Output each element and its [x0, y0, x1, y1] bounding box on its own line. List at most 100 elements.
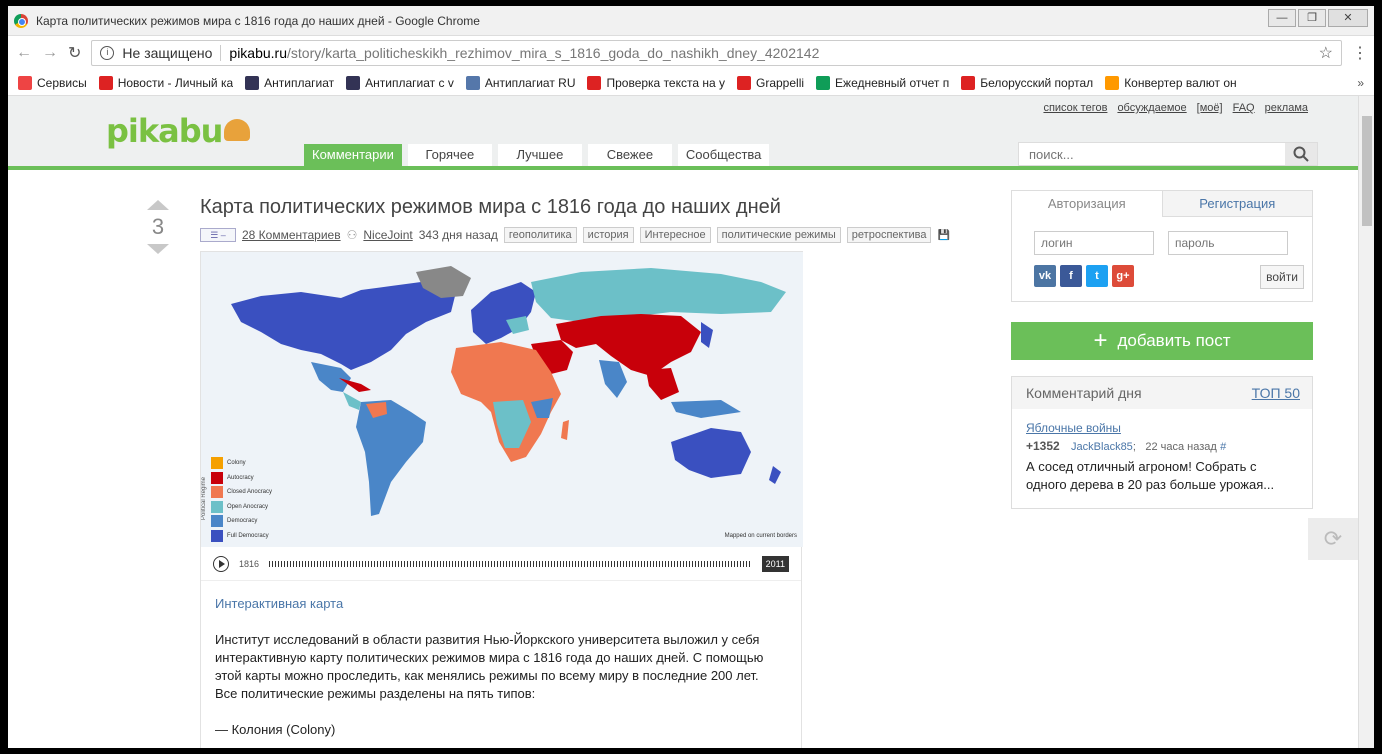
social-2-icon[interactable]: t [1086, 265, 1108, 287]
url-domain[interactable]: pikabu.ru [229, 45, 287, 61]
social-1-icon[interactable]: f [1060, 265, 1082, 287]
omnibox[interactable]: i Не защищено pikabu.ru /story/karta_pol… [91, 40, 1342, 66]
address-bar: ← → ↻ i Не защищено pikabu.ru /story/kar… [8, 36, 1374, 70]
legend-item: Full Democracy [211, 529, 272, 544]
auth-panel: Авторизация Регистрация vkftg+ войти [1011, 190, 1313, 302]
comments-link[interactable]: 28 Комментариев [242, 228, 341, 242]
magnet-icon [961, 75, 976, 90]
tab-4[interactable]: Сообщества [677, 144, 770, 166]
add-post-button[interactable]: + добавить пост [1011, 322, 1313, 360]
save-icon[interactable]: 💾 [937, 230, 949, 241]
bookmark-item[interactable]: Белорусский портал [961, 75, 1093, 90]
forward-icon[interactable]: → [42, 44, 58, 62]
bookmarks-bar: Сервисы Новости - Личный ка Антиплагиат Ант… [8, 70, 1374, 96]
bookmark-item[interactable]: Антиплагиат [245, 75, 335, 90]
play-icon[interactable] [213, 555, 229, 572]
page-scrollbar[interactable] [1358, 96, 1374, 748]
bookmark-item[interactable]: Конвертер валют он [1105, 75, 1237, 90]
sidebar: Авторизация Регистрация vkftg+ войти + до… [1011, 190, 1313, 509]
minimize-button[interactable]: — [1268, 9, 1296, 27]
view-toggle-icon[interactable]: ☰ – [200, 228, 236, 242]
search-button[interactable] [1285, 143, 1317, 165]
top-link[interactable]: FAQ [1233, 102, 1255, 114]
login-button[interactable]: войти [1260, 265, 1304, 289]
close-button[interactable]: ✕ [1328, 9, 1368, 27]
tab-0[interactable]: Комментарии [304, 144, 402, 166]
australia-shape [671, 428, 751, 478]
tab-3[interactable]: Свежее [587, 144, 672, 166]
comment-of-day: Комментарий дня ТОП 50 Яблочные войны +1… [1011, 376, 1313, 509]
tag[interactable]: геополитика [503, 227, 577, 243]
top50-link[interactable]: ТОП 50 [1252, 385, 1300, 401]
upvote-icon[interactable] [147, 200, 169, 210]
legend-label: Closed Anocracy [227, 489, 273, 496]
bookmark-item[interactable]: Ежедневный отчет п [816, 75, 949, 90]
restore-button[interactable]: ❐ [1298, 9, 1326, 27]
author-link[interactable]: NiceJoint [363, 228, 412, 242]
bookmark-item[interactable]: Новости - Личный ка [98, 75, 234, 90]
bookmark-item[interactable]: Антиплагиат с v [346, 75, 454, 90]
tab-register[interactable]: Регистрация [1161, 191, 1312, 217]
login-input[interactable] [1034, 231, 1154, 255]
tag[interactable]: Интересное [639, 227, 711, 243]
top-link[interactable]: [моё] [1197, 102, 1223, 114]
post-title[interactable]: Карта политических режимов мира с 1816 г… [200, 196, 960, 219]
reload-icon[interactable]: ↻ [68, 43, 81, 63]
year-current: 2011 [761, 555, 789, 572]
legend-title: Political Regime [201, 476, 207, 520]
legend-item: Open Anocracy [211, 500, 272, 515]
comment-time: 22 часа назад [1145, 441, 1217, 453]
bookmark-label: Новости - Личный ка [117, 75, 234, 90]
bookmark-label: Антиплагиат [264, 75, 335, 90]
title-bar: Карта политических режимов мира с 1816 г… [8, 6, 1374, 36]
japan-shape [701, 322, 713, 348]
search-input[interactable] [1019, 143, 1285, 165]
comment-permalink[interactable]: # [1220, 441, 1226, 453]
tag[interactable]: история [582, 227, 634, 243]
back-icon[interactable]: ← [16, 44, 32, 62]
security-label[interactable]: Не защищено [122, 45, 212, 61]
timeline-player: 1816 2011 [201, 547, 801, 581]
tab-1[interactable]: Горячее [407, 144, 492, 166]
scrollbar-thumb[interactable] [1362, 116, 1372, 226]
madagascar-shape [561, 420, 569, 440]
chrome-menu-icon[interactable]: ⋮ [1352, 43, 1368, 63]
comment-post-title[interactable]: Яблочные войны [1026, 419, 1298, 437]
india-shape [599, 360, 627, 398]
muffin-icon [224, 119, 251, 141]
password-input[interactable] [1168, 231, 1288, 255]
post-meta: ☰ – 28 Комментариев ⚇ NiceJoint 343 дня … [200, 227, 960, 243]
social-3-icon[interactable]: g+ [1112, 265, 1134, 287]
url-path[interactable]: /story/karta_politicheskikh_rezhimov_mir… [287, 45, 819, 61]
comment-author[interactable]: JackBlack85 [1071, 441, 1133, 453]
bookmark-item[interactable]: Сервисы [18, 75, 87, 90]
bookmark-star-icon[interactable]: ☆ [1319, 43, 1333, 63]
refresh-icon[interactable]: ⟳ [1308, 518, 1358, 560]
info-icon[interactable]: i [100, 46, 115, 60]
tag[interactable]: ретроспектива [846, 227, 932, 243]
legend-label: Open Anocracy [227, 503, 269, 510]
downvote-icon[interactable] [147, 244, 169, 254]
tab-2[interactable]: Лучшее [497, 144, 582, 166]
legend-label: Democracy [227, 518, 258, 525]
tab-auth[interactable]: Авторизация [1012, 191, 1162, 217]
tag[interactable]: политические режимы [716, 227, 841, 243]
window-title: Карта политических режимов мира с 1816 г… [36, 13, 480, 28]
pikabu-logo[interactable]: pikabu [106, 112, 251, 150]
interactive-map-link[interactable]: Интерактивная карта [215, 595, 787, 613]
timeline-slider[interactable] [269, 560, 752, 567]
world-map[interactable]: Colony Autocracy Closed Anocracy Open Anocr… [201, 251, 803, 547]
legend-item: Colony [211, 456, 272, 471]
top-link[interactable]: список тегов [1043, 102, 1107, 114]
top-link[interactable]: обсуждаемое [1117, 102, 1186, 114]
bookmarks-overflow-icon[interactable]: » [1357, 76, 1364, 90]
social-0-icon[interactable]: vk [1034, 265, 1056, 287]
bookmark-item[interactable]: Проверка текста на у [587, 75, 725, 90]
bookmark-label: Сервисы [37, 75, 87, 90]
section-tabs: Комментарии Горячее Лучшее Свежее Сообщества [304, 144, 770, 166]
bookmark-item[interactable]: Grappelli [737, 75, 804, 90]
bookmark-item[interactable]: Антиплагиат RU [465, 75, 575, 90]
top-link[interactable]: реклама [1265, 102, 1308, 114]
north-america-shape [231, 282, 456, 370]
legend-swatch [211, 471, 223, 484]
